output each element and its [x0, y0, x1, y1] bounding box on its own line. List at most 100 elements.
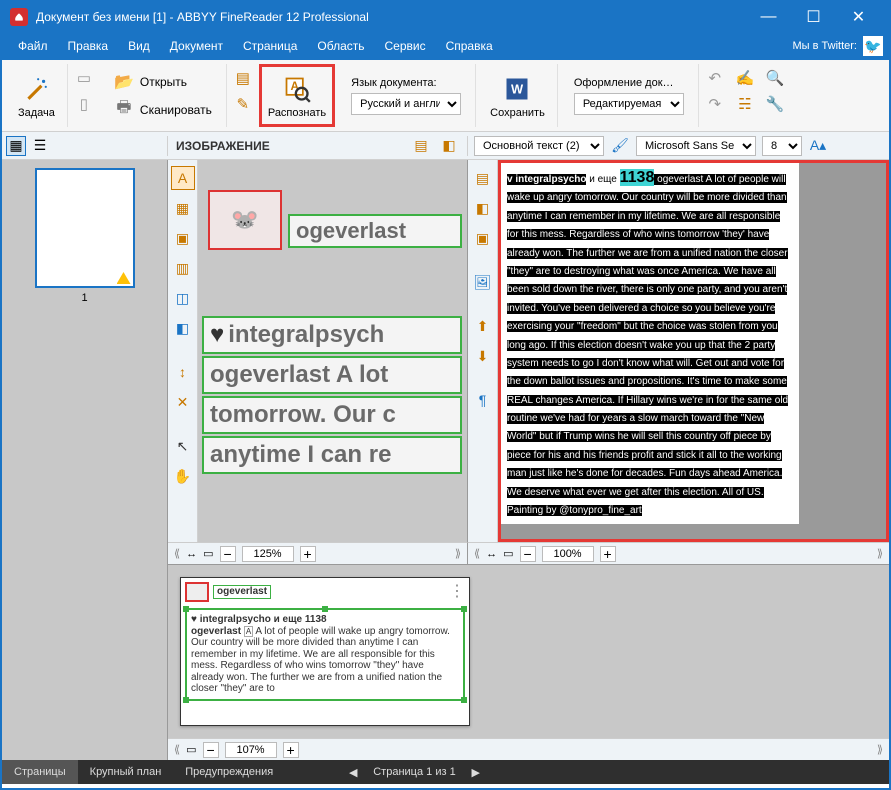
- t-icon-3[interactable]: ▣: [471, 226, 495, 250]
- minimize-button[interactable]: —: [746, 2, 791, 32]
- save-label: Сохранить: [490, 107, 545, 119]
- doc-icon[interactable]: ▯: [74, 94, 94, 114]
- t-icon-2[interactable]: ◧: [471, 196, 495, 220]
- text-content[interactable]: v integralpsycho и еще 1138 ogeverlast A…: [501, 163, 799, 524]
- zoom-in-button[interactable]: +: [300, 546, 316, 562]
- layout-select[interactable]: Редактируемая: [574, 93, 684, 115]
- style-a-icon[interactable]: ✍: [735, 68, 755, 88]
- fontsize-select[interactable]: 8: [762, 136, 802, 156]
- fit-width-icon[interactable]: ↔: [186, 548, 197, 560]
- image-scroll[interactable]: 🐭 ogeverlast ♥integralpsych ogeverlast A…: [198, 160, 467, 542]
- scan-button[interactable]: 🖶 Сканировать: [108, 97, 218, 123]
- brush-icon[interactable]: 🖌: [610, 136, 630, 156]
- menu-view[interactable]: Вид: [118, 32, 160, 60]
- hand-icon[interactable]: ✋: [171, 464, 195, 488]
- t-fit-page-icon[interactable]: ▭: [503, 547, 513, 560]
- table-area-icon[interactable]: ▦: [171, 196, 195, 220]
- thumb-menu-icon[interactable]: ⋮: [449, 583, 465, 601]
- status-tab-pages[interactable]: Страницы: [2, 760, 78, 784]
- thumb-card[interactable]: ogeverlast ⋮ ♥ integralpsycho и еще 1138…: [180, 577, 470, 726]
- menu-tools[interactable]: Сервис: [375, 32, 436, 60]
- th-scroll-left-icon[interactable]: ⟪: [174, 743, 180, 756]
- page-edit-icon[interactable]: ✎: [233, 94, 253, 114]
- t-para-icon[interactable]: ¶: [471, 388, 495, 412]
- style-b-icon[interactable]: ☵: [735, 94, 755, 114]
- thumb-zoom-input[interactable]: [225, 742, 277, 758]
- find-icon[interactable]: 🔍: [765, 68, 785, 88]
- status-tab-warnings[interactable]: Предупреждения: [173, 760, 285, 784]
- text-region-3[interactable]: ogeverlast A lot: [202, 356, 462, 394]
- close-button[interactable]: ✕: [836, 2, 881, 32]
- t-scroll-left-icon[interactable]: ⟪: [474, 547, 480, 560]
- t-scroll-right-icon[interactable]: ⟫: [877, 547, 883, 560]
- text-region-1[interactable]: ogeverlast: [288, 214, 462, 248]
- image-tool-a-icon[interactable]: ▤: [411, 136, 431, 156]
- fit-page-icon[interactable]: ▭: [203, 547, 213, 560]
- page-thumbnail[interactable]: [35, 168, 135, 288]
- t-img-icon[interactable]: 🖼: [471, 270, 495, 294]
- pointer-icon[interactable]: ↖: [171, 434, 195, 458]
- th-fit-icon[interactable]: ▭: [186, 743, 196, 756]
- move-area-icon[interactable]: ◧: [171, 316, 195, 340]
- t-prev-icon[interactable]: ⬆: [471, 314, 495, 338]
- scroll-left-icon[interactable]: ⟪: [174, 547, 180, 560]
- t-zoom-out-button[interactable]: −: [520, 546, 536, 562]
- text-zoom-input[interactable]: [542, 546, 594, 562]
- open-button[interactable]: 📂 Открыть: [108, 69, 218, 95]
- image-tool-b-icon[interactable]: ◧: [439, 136, 459, 156]
- image-region[interactable]: 🐭: [208, 190, 282, 250]
- th-zoom-out-button[interactable]: −: [203, 742, 219, 758]
- text-region-2[interactable]: ♥integralpsych: [202, 316, 462, 354]
- delete-icon[interactable]: ✕: [171, 390, 195, 414]
- view-list-button[interactable]: ☰: [30, 136, 50, 156]
- new-doc-icon[interactable]: ▭: [74, 68, 94, 88]
- menu-area[interactable]: Область: [307, 32, 374, 60]
- select-area-icon[interactable]: ◫: [171, 286, 195, 310]
- twitter-link[interactable]: Мы в Twitter: 🐦: [793, 36, 883, 56]
- t-zoom-in-button[interactable]: +: [600, 546, 616, 562]
- t-next-icon[interactable]: ⬇: [471, 344, 495, 368]
- font-increase-icon[interactable]: A▴: [808, 136, 828, 156]
- text-area-icon[interactable]: A: [171, 166, 195, 190]
- text-region-5[interactable]: anytime I can re: [202, 436, 462, 474]
- pic-area-icon[interactable]: ▣: [171, 226, 195, 250]
- text-view[interactable]: v integralpsycho и еще 1138 ogeverlast A…: [498, 160, 889, 542]
- redo-icon[interactable]: ↷: [705, 94, 725, 114]
- menu-page[interactable]: Страница: [233, 32, 307, 60]
- wand-icon: [20, 73, 52, 105]
- status-tab-zoom[interactable]: Крупный план: [78, 760, 174, 784]
- scroll-right-icon[interactable]: ⟫: [455, 547, 461, 560]
- order-icon[interactable]: ↕: [171, 360, 195, 384]
- menu-file[interactable]: Файл: [8, 32, 58, 60]
- view-thumbs-button[interactable]: ▦: [6, 136, 26, 156]
- font-select[interactable]: Microsoft Sans Serif: [636, 136, 756, 156]
- task-button[interactable]: Задача: [14, 69, 59, 123]
- menu-help[interactable]: Справка: [436, 32, 503, 60]
- zoom-out-button[interactable]: −: [220, 546, 236, 562]
- t-icon-1[interactable]: ▤: [471, 166, 495, 190]
- undo-icon[interactable]: ↶: [705, 68, 725, 88]
- th-scroll-right-icon[interactable]: ⟫: [877, 743, 883, 756]
- text-zoom-bar: ⟪ ↔ ▭ − + ⟫: [468, 542, 889, 564]
- page-prev-icon[interactable]: ◀: [345, 766, 361, 779]
- style-select[interactable]: Основной текст (2): [474, 136, 604, 156]
- language-select[interactable]: Русский и англий: [351, 93, 461, 115]
- barcode-area-icon[interactable]: ▥: [171, 256, 195, 280]
- menu-edit[interactable]: Правка: [58, 32, 119, 60]
- word-icon: W: [501, 73, 533, 105]
- save-button[interactable]: W Сохранить: [486, 69, 549, 123]
- maximize-button[interactable]: ☐: [791, 2, 836, 32]
- page-add-icon[interactable]: ▤: [233, 68, 253, 88]
- recognize-button-highlighted: A Распознать: [259, 64, 335, 127]
- menu-document[interactable]: Документ: [160, 32, 233, 60]
- image-zoom-input[interactable]: [242, 546, 294, 562]
- recognize-button[interactable]: A Распознать: [264, 69, 330, 123]
- t-fit-width-icon[interactable]: ↔: [486, 548, 497, 560]
- th-zoom-in-button[interactable]: +: [283, 742, 299, 758]
- page-next-icon[interactable]: ▶: [468, 766, 484, 779]
- svg-text:A: A: [290, 80, 299, 93]
- text-region-4[interactable]: tomorrow. Our c: [202, 396, 462, 434]
- settings-icon[interactable]: 🔧: [765, 94, 785, 114]
- thumb-text-region[interactable]: ♥ integralpsycho и еще 1138 ogeverlast A…: [185, 608, 465, 701]
- pages-panel: 1: [2, 160, 168, 760]
